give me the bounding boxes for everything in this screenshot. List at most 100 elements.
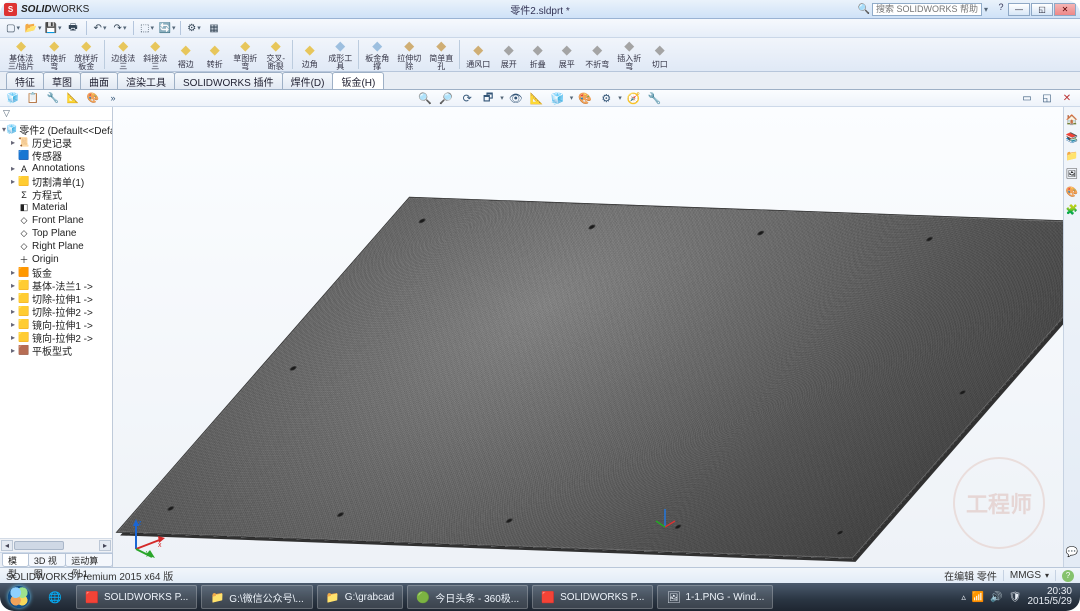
taskbar-item[interactable]: 🟥SOLIDWORKS P... (532, 585, 653, 609)
status-rebuild-icon[interactable]: ? (1062, 570, 1074, 582)
hud-dropdown-icon[interactable]: ▾ (500, 94, 504, 102)
hud-button-1[interactable]: 🔎 (437, 91, 455, 105)
status-units[interactable]: MMGS▾ (1003, 570, 1056, 581)
commandmanager-tab[interactable]: 钣金(H) (332, 72, 384, 89)
qat-undo[interactable]: ↶ (91, 21, 109, 36)
tree-expand-icon[interactable]: ▸ (8, 346, 18, 355)
taskpane-properties-icon[interactable]: 🧩 (1065, 203, 1079, 217)
qat-save[interactable]: 💾 (44, 21, 62, 36)
hud-button-0[interactable]: 🔍 (416, 91, 434, 105)
ribbon-cmd-19[interactable]: ◆ 插入折 弯 (614, 38, 644, 71)
tray-volume-icon[interactable]: 🔊 (990, 592, 1002, 603)
ribbon-cmd-15[interactable]: ◆ 展开 (495, 38, 522, 71)
ribbon-cmd-8[interactable]: ◆ 交叉- 断裂 (262, 38, 289, 71)
taskpane-view-palette-icon[interactable]: 🖼 (1065, 167, 1079, 181)
tree-expand-icon[interactable]: ▸ (8, 164, 18, 173)
taskbar-clock[interactable]: 20:30 2015/5/29 (1028, 587, 1073, 608)
taskbar-item[interactable]: 🟥SOLIDWORKS P... (76, 585, 197, 609)
tray-safe-icon[interactable]: 🛡 (1009, 592, 1022, 603)
tree-node[interactable]: ◇Front Plane (0, 214, 112, 227)
ribbon-cmd-11[interactable]: ◆ 板金角 撑 (362, 38, 392, 71)
taskbar-pin-ie[interactable]: 🌐 (36, 585, 74, 609)
tree-expand-icon[interactable]: ▸ (8, 320, 18, 329)
hud-button-4[interactable]: 👁 (507, 91, 525, 105)
start-button[interactable] (2, 584, 36, 610)
tree-node[interactable]: ◧Material (0, 201, 112, 214)
tree-expand-icon[interactable]: ▸ (8, 294, 18, 303)
commandmanager-tab[interactable]: 曲面 (80, 72, 118, 89)
hud-button-7[interactable]: 🎨 (576, 91, 594, 105)
hud-button-5[interactable]: 📐 (528, 91, 546, 105)
qat-print[interactable]: 🖶 (64, 21, 82, 36)
ribbon-cmd-7[interactable]: ◆ 草图折 弯 (230, 38, 260, 71)
tree-expand-icon[interactable]: ▸ (8, 333, 18, 342)
hud-dropdown-icon[interactable]: ▾ (570, 94, 574, 102)
taskpane-explorer-icon[interactable]: 📁 (1065, 149, 1079, 163)
help-search-input[interactable] (872, 3, 982, 16)
commandmanager-tab[interactable]: 焊件(D) (282, 72, 334, 89)
ribbon-cmd-13[interactable]: ◆ 简单直 孔 (426, 38, 456, 71)
taskpane-resources-icon[interactable]: 🏠 (1065, 113, 1079, 127)
tree-scroll-thumb[interactable] (14, 541, 64, 550)
motion-tab[interactable]: 运动算例 1 (65, 553, 113, 567)
hud-button-2[interactable]: ⟳ (458, 91, 476, 105)
graphics-viewport[interactable]: z x y 工程师 (113, 107, 1063, 567)
ribbon-cmd-0[interactable]: ◆ 基体法 三/插片 (5, 38, 37, 71)
tree-expand-icon[interactable]: ▸ (8, 268, 18, 277)
qat-macro[interactable]: ▦ (205, 21, 223, 36)
help-button[interactable]: ? (994, 2, 1008, 16)
commandmanager-tab[interactable]: SOLIDWORKS 插件 (174, 72, 283, 89)
ribbon-cmd-6[interactable]: ◆ 转折 (201, 38, 228, 71)
tree-scroll-left[interactable]: ◂ (1, 540, 13, 551)
tree-filter[interactable]: ▽ (0, 107, 112, 121)
ribbon-cmd-10[interactable]: ◆ 成形工 具 (325, 38, 355, 71)
hud-button-9[interactable]: 🧭 (625, 91, 643, 105)
hud-button-6[interactable]: 🧊 (549, 91, 567, 105)
tree-node[interactable]: ◇Top Plane (0, 227, 112, 240)
taskpane-library-icon[interactable]: 📚 (1065, 131, 1079, 145)
viewport-close[interactable]: ✕ (1058, 91, 1076, 105)
qat-options[interactable]: ⚙ (185, 21, 203, 36)
tree-scroll-right[interactable]: ▸ (99, 540, 111, 551)
qat-open[interactable]: 📂 (24, 21, 42, 36)
tree-expand-icon[interactable]: ▸ (8, 281, 18, 290)
motion-tab[interactable]: 3D 视图 (28, 553, 66, 567)
qat-select[interactable]: ⬚ (138, 21, 156, 36)
hud-button-8[interactable]: ⚙ (597, 91, 615, 105)
tree-horizontal-scrollbar[interactable]: ◂ ▸ (0, 538, 112, 552)
ribbon-cmd-1[interactable]: ◆ 转换折 弯 (39, 38, 69, 71)
ribbon-cmd-2[interactable]: ◆ 放样折 板金 (71, 38, 101, 71)
ribbon-cmd-5[interactable]: ◆ 褶边 (172, 38, 199, 71)
window-restore[interactable]: ◱ (1031, 3, 1053, 16)
qat-rebuild[interactable]: 🔄 (158, 21, 176, 36)
window-close[interactable]: ✕ (1054, 3, 1076, 16)
taskpane-forum-icon[interactable]: 💬 (1065, 545, 1079, 559)
ribbon-cmd-4[interactable]: ◆ 斜接法 三 (140, 38, 170, 71)
ribbon-cmd-18[interactable]: ◆ 不折弯 (582, 38, 612, 71)
ribbon-cmd-17[interactable]: ◆ 展平 (553, 38, 580, 71)
commandmanager-tab[interactable]: 草图 (43, 72, 81, 89)
hud-button-10[interactable]: 🔧 (646, 91, 664, 105)
configmgr-tab-icon[interactable]: 🔧 (44, 91, 62, 105)
motion-tab[interactable]: 模型 (2, 553, 29, 567)
tree-node[interactable]: Σ方程式 (0, 188, 112, 201)
tree-expand-icon[interactable]: ▸ (8, 138, 18, 147)
taskbar-item[interactable]: 📁G:\grabcad (317, 585, 403, 609)
window-minimize[interactable]: — (1008, 3, 1030, 16)
ribbon-cmd-9[interactable]: ◆ 边角 (296, 38, 323, 71)
taskpane-appearances-icon[interactable]: 🎨 (1065, 185, 1079, 199)
taskbar-item[interactable]: 🟢今日头条 - 360极... (407, 585, 528, 609)
hud-button-3[interactable]: 🗗 (479, 91, 497, 105)
search-dropdown-icon[interactable]: ▾ (984, 5, 988, 14)
tree-node[interactable]: ◇Right Plane (0, 240, 112, 253)
tree-node[interactable]: ＋Origin (0, 253, 112, 266)
viewport-minimize[interactable]: ▭ (1018, 91, 1036, 105)
sheet-metal-part[interactable] (116, 197, 1063, 560)
commandmanager-tab[interactable]: 渲染工具 (117, 72, 175, 89)
tray-network-icon[interactable]: 📶 (972, 592, 984, 603)
commandmanager-tab[interactable]: 特征 (6, 72, 44, 89)
ribbon-cmd-16[interactable]: ◆ 折叠 (524, 38, 551, 71)
tree-expand-icon[interactable]: ▸ (8, 307, 18, 316)
propertymgr-tab-icon[interactable]: 📋 (24, 91, 42, 105)
taskbar-item[interactable]: 📁G:\微信公众号\... (201, 585, 312, 609)
